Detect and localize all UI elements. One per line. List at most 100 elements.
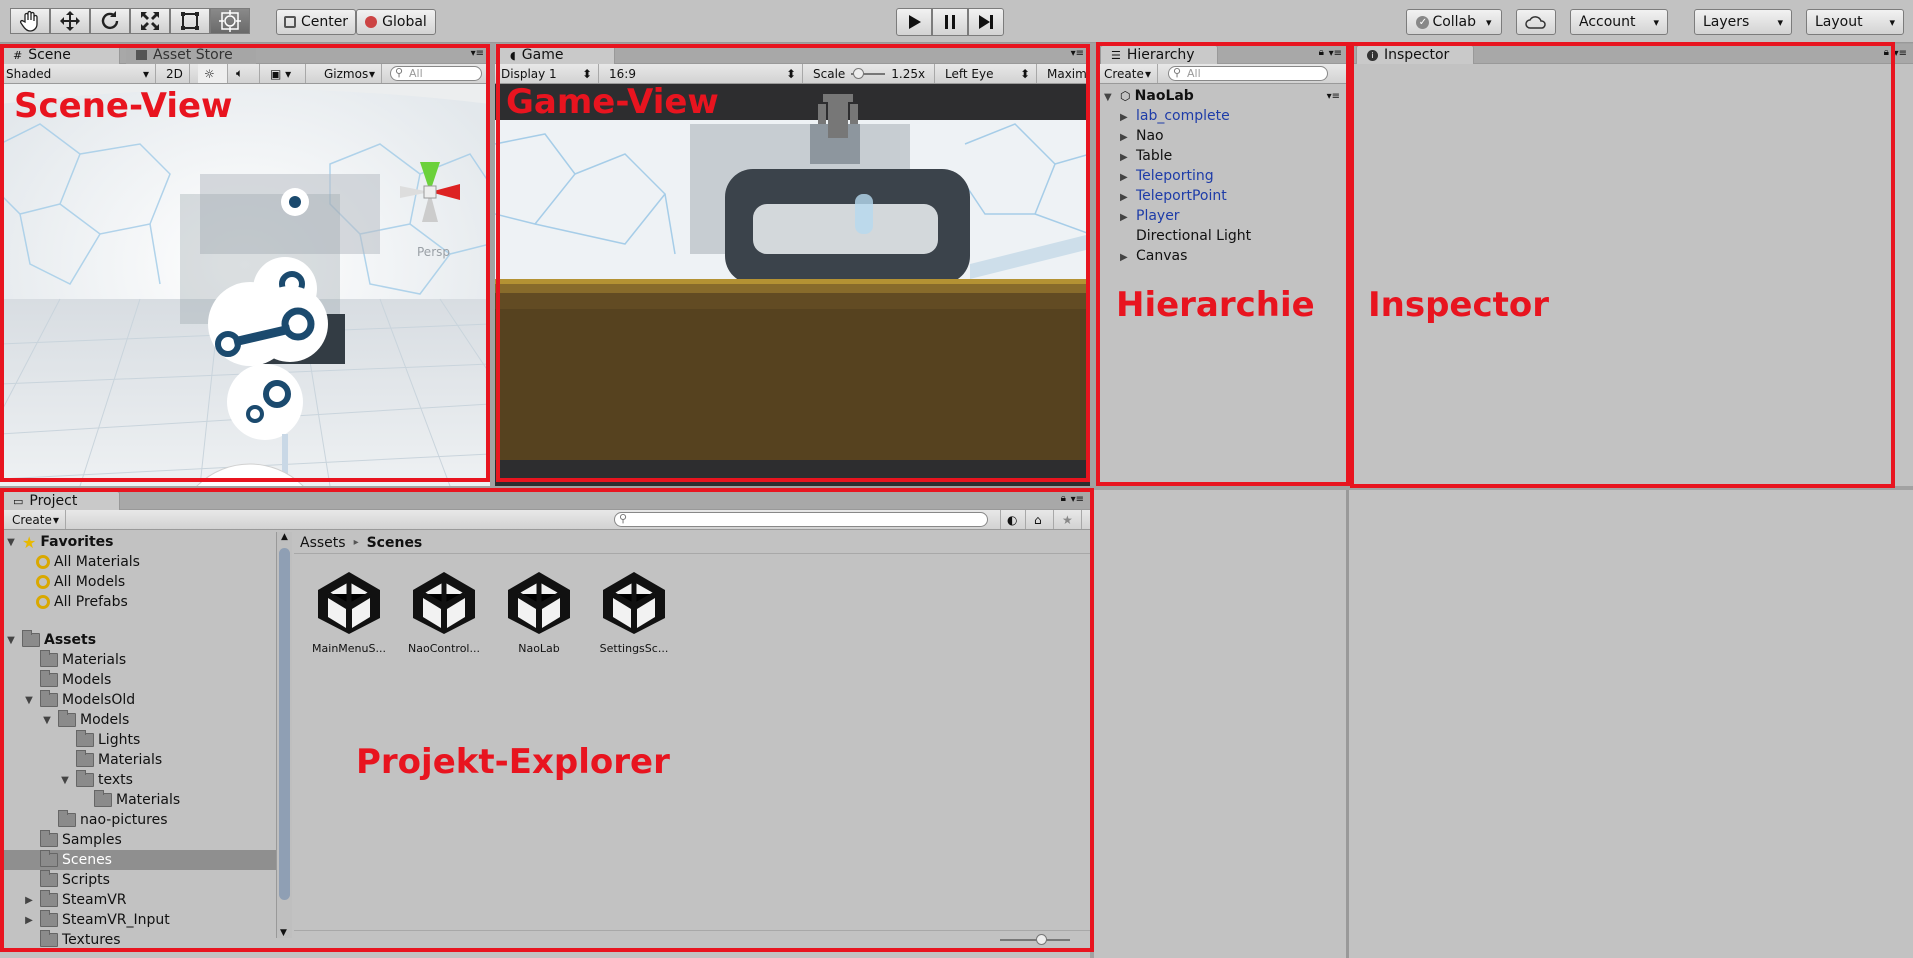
panel-menu-icon[interactable]: ▾≡ (1329, 48, 1342, 59)
game-viewport[interactable] (495, 84, 1090, 486)
expand-arrow-icon[interactable]: ▶ (1120, 112, 1136, 123)
favorites-section[interactable]: ▼ ★ Favorites (4, 532, 113, 552)
project-create-dropdown[interactable]: Create ▾ (6, 510, 66, 529)
scale-slider[interactable]: Scale 1.25x (807, 64, 935, 83)
hierarchy-item[interactable]: ▶ TeleportPoint (1120, 188, 1227, 204)
scroll-thumb[interactable] (279, 548, 290, 900)
tree-folder-item[interactable]: Scripts (0, 870, 276, 890)
panel-menu-icon[interactable]: ▾≡ (471, 48, 484, 59)
tree-folder-item[interactable]: nao-pictures (0, 810, 276, 830)
move-tool-button[interactable] (50, 8, 90, 34)
expand-arrow-icon[interactable]: ▶ (22, 915, 36, 926)
scene-asset[interactable]: SettingsSc... (589, 568, 679, 655)
slider-track[interactable] (851, 67, 886, 79)
panel-menu-icon[interactable]: ▾≡ (1071, 494, 1084, 505)
pause-button[interactable] (932, 8, 968, 36)
scene-search-input[interactable]: All (390, 66, 482, 81)
tree-folder-item[interactable]: ▼ ModelsOld (0, 690, 276, 710)
transform-tool-button[interactable] (210, 8, 250, 34)
hierarchy-item[interactable]: ▶ Canvas (1120, 248, 1187, 264)
pivot-global-button[interactable]: Global (356, 9, 436, 35)
tab-game[interactable]: ◖ Game (499, 45, 615, 64)
tree-folder-item[interactable]: Samples (0, 830, 276, 850)
tree-folder-item[interactable]: Materials (0, 750, 276, 770)
hand-tool-button[interactable] (10, 8, 50, 34)
favorite-item[interactable]: All Materials (36, 552, 140, 572)
tree-folder-item[interactable]: Scenes (0, 850, 276, 870)
breadcrumb-scenes[interactable]: Scenes (367, 535, 423, 551)
expand-arrow-icon[interactable]: ▼ (22, 695, 36, 706)
rect-tool-button[interactable] (170, 8, 210, 34)
expand-arrow-icon[interactable]: ▶ (1120, 152, 1136, 163)
tree-folder-item[interactable]: Lights (0, 730, 276, 750)
tree-folder-item[interactable]: ▶ SteamVR (0, 890, 276, 910)
tree-folder-item[interactable]: Materials (0, 650, 276, 670)
lock-icon[interactable]: 🔒︎ (1884, 47, 1889, 58)
hierarchy-create-dropdown[interactable]: Create ▾ (1098, 64, 1158, 83)
expand-arrow-icon[interactable]: ▶ (1120, 192, 1136, 203)
tree-folder-item[interactable]: Materials (0, 790, 276, 810)
expand-arrow-icon[interactable]: ▼ (58, 775, 72, 786)
audio-toggle[interactable]: 🔈︎ (230, 64, 260, 83)
favorite-item[interactable]: All Prefabs (36, 592, 128, 612)
lighting-toggle[interactable]: ☼ (198, 64, 228, 83)
search-by-label-button[interactable]: ⌂ (1028, 510, 1054, 529)
search-by-type-button[interactable]: ◐ (1000, 510, 1026, 529)
scene-asset[interactable]: NaoControl... (399, 568, 489, 655)
display-dropdown[interactable]: Display 1 ⬍ (495, 64, 599, 83)
favorite-item[interactable]: All Models (36, 572, 125, 592)
hierarchy-item[interactable]: ▶ lab_complete (1120, 108, 1230, 124)
scene-viewport[interactable]: Persp (0, 84, 490, 486)
tree-scrollbar[interactable]: ▲ ▼ (276, 532, 292, 938)
scene-asset[interactable]: MainMenuS... (304, 568, 394, 655)
step-button[interactable] (968, 8, 1004, 36)
hierarchy-item[interactable]: ▶ Player (1120, 208, 1180, 224)
expand-arrow-icon[interactable]: ▶ (1120, 212, 1136, 223)
layers-dropdown[interactable]: Layers (1694, 9, 1792, 35)
hierarchy-search-input[interactable]: All (1168, 66, 1328, 81)
tab-inspector[interactable]: i Inspector (1356, 45, 1474, 64)
expand-arrow-icon[interactable]: ▶ (1120, 252, 1136, 263)
play-button[interactable] (896, 8, 932, 36)
scene-menu-icon[interactable]: ▾≡ (1327, 91, 1340, 102)
tab-project[interactable]: ▭ Project (2, 491, 120, 510)
tree-folder-item[interactable]: ▼ texts (0, 770, 276, 790)
tree-folder-item[interactable]: ▶ SteamVR_Input (0, 910, 276, 930)
panel-menu-icon[interactable]: ▾≡ (1071, 48, 1084, 59)
tree-folder-item[interactable]: Models (0, 670, 276, 690)
tree-folder-item[interactable]: Textures (0, 930, 276, 950)
gizmos-dropdown[interactable]: Gizmos ▾ (318, 64, 382, 83)
tab-hierarchy[interactable]: ☰ Hierarchy (1100, 45, 1218, 64)
pivot-center-button[interactable]: Center (276, 9, 356, 35)
expand-arrow-icon[interactable]: ▼ (40, 715, 54, 726)
eye-dropdown[interactable]: Left Eye ⬍ (939, 64, 1037, 83)
account-dropdown[interactable]: Account (1570, 9, 1668, 35)
assets-root-item[interactable]: ▼ Assets (4, 630, 96, 650)
favorite-button[interactable]: ★ (1056, 510, 1082, 529)
shading-mode-dropdown[interactable]: Shaded ▾ (0, 64, 156, 83)
hierarchy-item[interactable]: ▶ Teleporting (1120, 168, 1214, 184)
hierarchy-item[interactable]: ▶ Nao (1120, 128, 1164, 144)
hierarchy-item[interactable]: Directional Light (1120, 228, 1251, 244)
expand-arrow-icon[interactable]: ▶ (1120, 172, 1136, 183)
breadcrumb-assets[interactable]: Assets (300, 535, 346, 551)
scene-asset[interactable]: NaoLab (494, 568, 584, 655)
toggle-2d-button[interactable]: 2D (160, 64, 190, 83)
icon-size-slider-thumb[interactable] (1036, 934, 1047, 945)
effects-dropdown[interactable]: ▣ ▾ (264, 64, 306, 83)
maximize-on-play-toggle[interactable]: Maxim (1041, 64, 1090, 83)
rotate-tool-button[interactable] (90, 8, 130, 34)
cloud-button[interactable] (1516, 9, 1556, 35)
panel-menu-icon[interactable]: ▾≡ (1894, 48, 1907, 59)
layout-dropdown[interactable]: Layout (1806, 9, 1904, 35)
collab-dropdown[interactable]: ✓ Collab (1406, 9, 1502, 35)
vertical-divider[interactable] (1346, 490, 1349, 958)
tab-scene[interactable]: # Scene (2, 45, 120, 64)
lock-icon[interactable]: 🔒︎ (1319, 47, 1324, 58)
project-search-input[interactable] (614, 512, 988, 527)
slider-thumb[interactable] (853, 67, 865, 79)
scene-root-item[interactable]: ▼ ⬡ NaoLab (1104, 88, 1194, 104)
tree-folder-item[interactable]: ▼ Models (0, 710, 276, 730)
tab-asset-store[interactable]: Asset Store (126, 45, 256, 64)
icon-size-slider[interactable] (1000, 934, 1070, 945)
